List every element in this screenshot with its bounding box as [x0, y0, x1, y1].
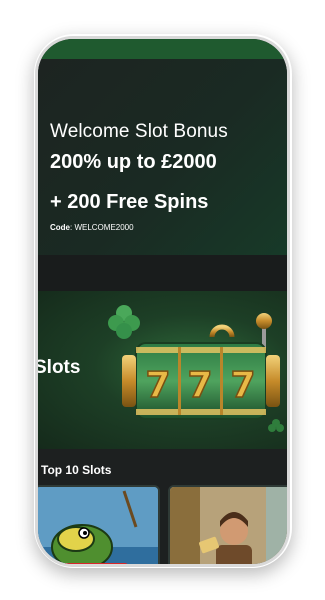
divider-band [38, 255, 287, 291]
bonus-code: Code: WELCOME2000 [50, 223, 134, 232]
bonus-free-spins: + 200 Free Spins [50, 191, 209, 213]
game-thumbnail [170, 487, 287, 564]
reel-symbol-3: 7 [230, 365, 255, 406]
welcome-bonus-banner[interactable]: Welcome Slot Bonus 200% up to £2000 + 20… [38, 59, 287, 255]
bonus-title: Welcome Slot Bonus [50, 121, 228, 142]
bonus-code-label: Code [50, 223, 70, 232]
reel-symbol-2: 7 [187, 365, 212, 406]
top-slots-heading: Top 10 Slots [41, 463, 112, 477]
slots-banner-title: Slots [38, 357, 81, 378]
game-thumbnail [38, 487, 158, 564]
game-card-fishing[interactable] [38, 485, 160, 564]
horseshoe-icon [209, 324, 235, 338]
bonus-code-value: : WELCOME2000 [70, 223, 134, 232]
slots-category-banner[interactable]: Slots 7 7 7 [38, 291, 287, 449]
top-bar [38, 39, 287, 59]
slot-machine-illustration: 7 7 7 [108, 305, 284, 432]
reel-symbol-1: 7 [145, 365, 170, 406]
clover-icon [268, 419, 284, 432]
phone-screen: Welcome Slot Bonus 200% up to £2000 + 20… [38, 39, 287, 564]
bonus-amount: 200% up to £2000 [50, 151, 217, 173]
phone-frame: Welcome Slot Bonus 200% up to £2000 + 20… [35, 36, 290, 567]
clover-icon [108, 305, 140, 339]
game-card-adventurer[interactable] [168, 485, 287, 564]
